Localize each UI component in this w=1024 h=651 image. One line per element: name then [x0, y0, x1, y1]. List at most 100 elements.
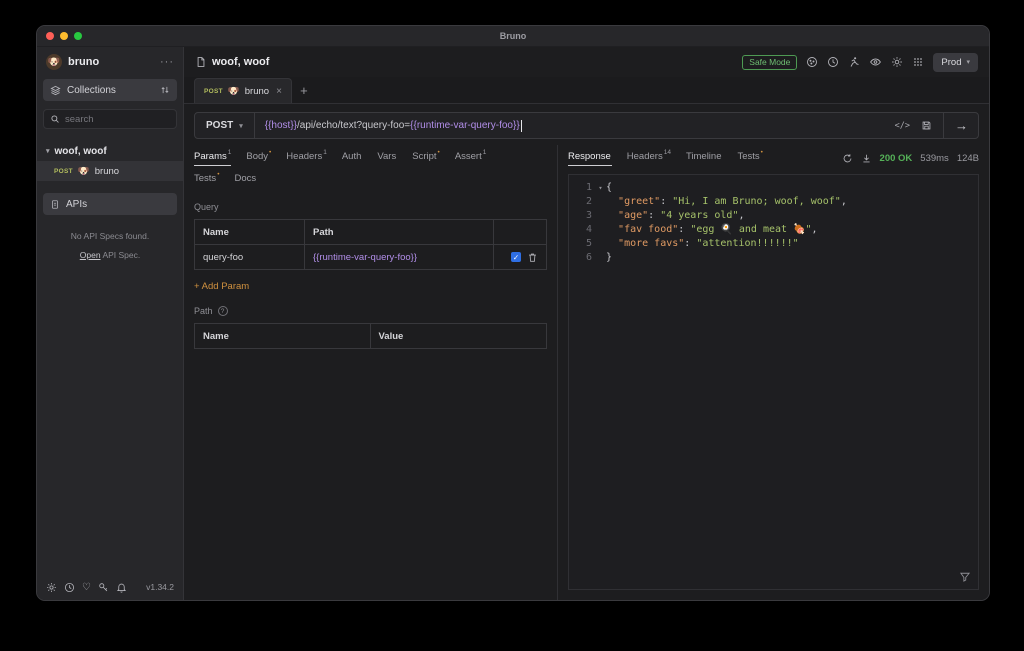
tab-method-label: POST: [204, 87, 223, 95]
table-header-row: Name Value: [195, 324, 546, 348]
code-text: "more favs": "attention!!!!!!": [618, 238, 799, 249]
method-label: POST: [206, 120, 234, 131]
open-spec-suffix: API Spec.: [100, 250, 141, 260]
url-plain-segment: /api/echo/text?query-foo=: [297, 120, 411, 131]
tab-tests[interactable]: Tests •: [194, 171, 219, 188]
gear-icon[interactable]: [46, 582, 57, 593]
fold-arrow-icon: [595, 195, 606, 209]
sidebar-search: [43, 109, 177, 129]
column-header-name: Name: [195, 324, 371, 348]
workspace-menu-button[interactable]: ···: [160, 56, 174, 68]
code-line: 1 ▾{: [569, 181, 978, 195]
open-spec-link[interactable]: Open: [80, 250, 101, 260]
tab-docs[interactable]: Docs: [234, 173, 257, 188]
url-input[interactable]: {{host}}/api/echo/text?query-foo= {{runti…: [255, 119, 885, 132]
tab-response-tests[interactable]: Tests •: [737, 149, 762, 166]
sort-icon[interactable]: [160, 85, 170, 95]
close-tab-icon[interactable]: ×: [276, 86, 282, 97]
fold-arrow-icon: [595, 237, 606, 251]
heart-icon[interactable]: ♡: [82, 582, 91, 593]
help-icon[interactable]: ?: [217, 306, 228, 316]
fold-arrow-icon[interactable]: ▾: [595, 181, 606, 195]
collection-doc-icon: [195, 56, 206, 68]
new-tab-button[interactable]: +: [292, 78, 316, 103]
chevron-down-icon: ▾: [46, 148, 50, 155]
collections-icon: [50, 85, 61, 96]
tab-script[interactable]: Script •: [412, 149, 440, 166]
param-path-cell[interactable]: {{runtime-var-query-foo}}: [305, 245, 494, 269]
collection-item[interactable]: ▾ woof, woof: [37, 141, 183, 161]
tab-timeline[interactable]: Timeline: [686, 151, 723, 166]
request-emoji: 🐶: [77, 165, 90, 177]
tab-headers[interactable]: Headers 1: [286, 149, 327, 166]
response-status-bar: 200 OK 539ms 124B: [842, 153, 979, 164]
screen: Bruno 🐶 bruno ··· Collections search ▾ w…: [0, 0, 1024, 651]
environment-selector[interactable]: Prod ▾: [933, 52, 978, 72]
param-actions-cell: ✓: [494, 245, 546, 269]
eye-icon[interactable]: [869, 56, 882, 68]
method-selector[interactable]: POST ▾: [195, 113, 255, 138]
sidebar-request-item[interactable]: POST 🐶 bruno: [37, 161, 183, 181]
line-number: 1: [585, 182, 592, 193]
code-text: "age": "4 years old",: [618, 210, 745, 221]
code-line: 5 "more favs": "attention!!!!!!": [569, 237, 978, 251]
tab-auth[interactable]: Auth: [342, 151, 363, 166]
param-name-cell[interactable]: query-foo: [195, 245, 305, 269]
response-tabs: Response Headers 14 Timeline Tests • 200…: [568, 149, 979, 166]
tab-response-headers[interactable]: Headers 14: [627, 149, 671, 166]
filter-icon[interactable]: [959, 571, 971, 583]
runner-icon[interactable]: [848, 56, 860, 68]
search-input[interactable]: [65, 113, 170, 125]
table-header-row: Name Path: [195, 220, 546, 244]
environment-label: Prod: [941, 56, 962, 68]
chevron-down-icon: ▾: [966, 59, 970, 66]
chevron-down-icon: ▾: [239, 122, 243, 130]
clock-icon[interactable]: [64, 582, 75, 593]
bell-icon[interactable]: [116, 582, 127, 593]
collections-header[interactable]: Collections: [43, 79, 177, 101]
key-icon[interactable]: [98, 582, 109, 593]
tab-params[interactable]: Params 1: [194, 149, 232, 166]
generate-code-icon[interactable]: </>: [895, 121, 910, 131]
fold-arrow-icon: [595, 209, 606, 223]
apis-header[interactable]: APIs: [43, 193, 177, 215]
add-param-button[interactable]: + Add Param: [194, 281, 547, 292]
safe-mode-badge[interactable]: Safe Mode: [742, 54, 798, 70]
workspace-row[interactable]: 🐶 bruno ···: [37, 47, 183, 77]
response-editor[interactable]: 1 ▾{2 "greet": "Hi, I am Bruno; woof, woo…: [568, 174, 979, 590]
collections-label: Collections: [67, 84, 116, 96]
tab-vars[interactable]: Vars: [377, 151, 397, 166]
apps-grid-icon[interactable]: [912, 56, 924, 68]
collection-name: woof, woof: [54, 145, 107, 157]
send-request-button[interactable]: →: [943, 112, 968, 139]
query-params-table: Name Path query-foo {{runtime-var-query-…: [194, 219, 547, 270]
tab-body[interactable]: Body •: [246, 149, 271, 166]
sidebar-footer: ♡ v1.34.2: [37, 574, 183, 600]
tab-response[interactable]: Response: [568, 151, 612, 166]
titlebar: Bruno: [37, 26, 989, 47]
request-name: bruno: [94, 165, 120, 177]
column-header-actions: [494, 220, 546, 244]
settings-gear-icon[interactable]: [891, 56, 903, 68]
response-time: 539ms: [920, 153, 949, 164]
api-spec-icon: [50, 199, 60, 210]
window-title: Bruno: [499, 31, 527, 41]
clear-response-icon[interactable]: [842, 153, 853, 164]
apis-label: APIs: [66, 198, 88, 210]
request-tab[interactable]: POST 🐶 bruno ×: [194, 78, 292, 103]
param-enabled-checkbox[interactable]: ✓: [511, 252, 521, 262]
trash-icon[interactable]: [527, 252, 538, 263]
cookie-icon[interactable]: [806, 56, 818, 68]
url-actions: </> →: [885, 112, 978, 139]
tab-assert[interactable]: Assert 1: [455, 149, 487, 166]
tab-name: bruno: [244, 85, 270, 97]
tab-emoji: 🐶: [227, 85, 240, 97]
clock-icon[interactable]: [827, 56, 839, 68]
save-icon[interactable]: [921, 120, 932, 131]
open-spec-row: Open API Spec.: [37, 250, 183, 260]
request-method-label: POST: [54, 167, 73, 175]
download-icon[interactable]: [861, 153, 872, 164]
code-line: 6}: [569, 251, 978, 265]
request-tabs-row2: Tests • Docs: [194, 171, 547, 188]
code-text: }: [606, 252, 613, 263]
